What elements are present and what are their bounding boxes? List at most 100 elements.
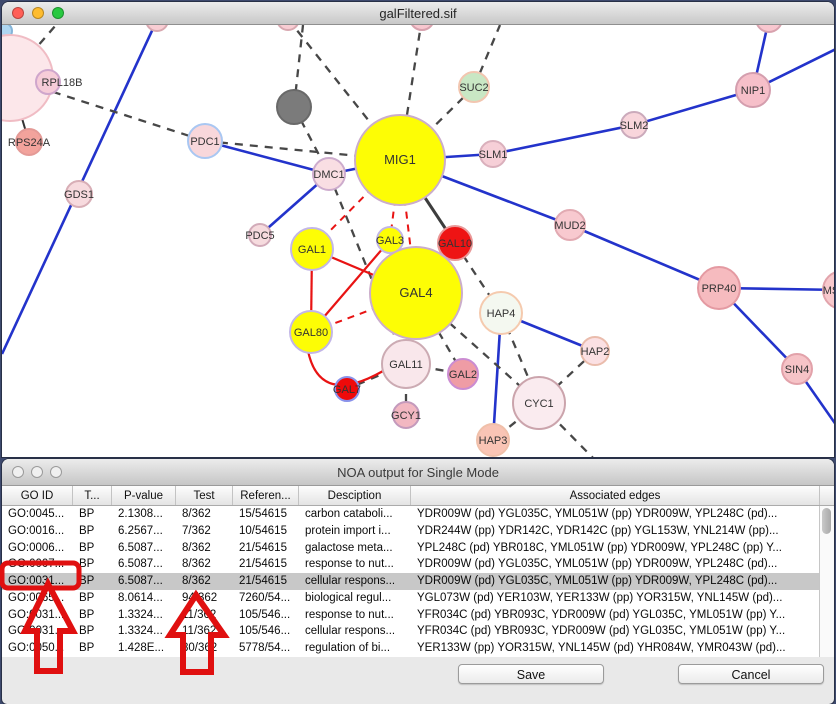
table-row[interactable]: GO:0031...BP1.3324...11/362105/546...res… bbox=[2, 607, 819, 624]
table-cell: YER133W (pp) YOR315W, YNL145W (pd) YHR08… bbox=[411, 640, 819, 657]
table-cell: 8.0614... bbox=[112, 590, 176, 607]
column-header-go-id[interactable]: GO ID bbox=[2, 486, 73, 505]
network-edge[interactable] bbox=[634, 90, 753, 125]
node-label-SLM1: SLM1 bbox=[479, 149, 508, 161]
network-node-topp3[interactable] bbox=[410, 25, 434, 30]
save-button[interactable]: Save bbox=[458, 664, 604, 684]
node-label-MUD2: MUD2 bbox=[554, 220, 585, 232]
node-label-SLM2: SLM2 bbox=[620, 120, 649, 132]
table-cell: YDR009W (pd) YGL035C, YML051W (pp) YDR00… bbox=[411, 573, 819, 590]
table-cell: cellular respons... bbox=[299, 573, 411, 590]
table-cell: GO:0065... bbox=[2, 590, 73, 607]
table-cell: 7/362 bbox=[176, 523, 233, 540]
table-cell: BP bbox=[73, 607, 112, 624]
node-label-SIN4: SIN4 bbox=[785, 364, 809, 376]
network-edge[interactable] bbox=[570, 225, 719, 288]
table-cell: protein import i... bbox=[299, 523, 411, 540]
table-row[interactable]: GO:0031...BP6.5087...8/36221/54615cellul… bbox=[2, 573, 819, 590]
column-header-p-value[interactable]: P-value bbox=[112, 486, 176, 505]
node-label-RPL18B: RPL18B bbox=[42, 77, 83, 89]
network-edge[interactable] bbox=[493, 125, 634, 154]
table-cell: GO:0050... bbox=[2, 640, 73, 657]
zoom-button-icon[interactable] bbox=[50, 466, 62, 478]
table-row[interactable]: GO:0007...BP6.5087...8/36221/54615respon… bbox=[2, 556, 819, 573]
table-row[interactable]: GO:0050...BP1.428E...80/3625778/54...reg… bbox=[2, 640, 819, 657]
minimize-button-icon[interactable] bbox=[32, 7, 44, 19]
table-cell: 15/54615 bbox=[233, 506, 299, 523]
zoom-button-icon[interactable] bbox=[52, 7, 64, 19]
table-rows: GO:0045...BP2.1308...8/36215/54615carbon… bbox=[2, 506, 819, 657]
table-cell: response to nut... bbox=[299, 556, 411, 573]
table-cell: 105/546... bbox=[233, 623, 299, 640]
node-label-GAL10: GAL10 bbox=[438, 238, 472, 250]
close-button-icon[interactable] bbox=[12, 7, 24, 19]
scrollbar-header-stub bbox=[820, 486, 834, 505]
column-header-desciption[interactable]: Desciption bbox=[299, 486, 411, 505]
close-button-icon[interactable] bbox=[12, 466, 24, 478]
table-cell: YDR009W (pd) YGL035C, YML051W (pp) YDR00… bbox=[411, 506, 819, 523]
inactive-traffic-lights bbox=[12, 466, 62, 478]
table-cell: galactose meta... bbox=[299, 540, 411, 557]
table-row[interactable]: GO:0031...BP1.3324...11/362105/546...cel… bbox=[2, 623, 819, 640]
table-row[interactable]: GO:0006...BP6.5087...8/36221/54615galact… bbox=[2, 540, 819, 557]
network-node-topp1[interactable] bbox=[146, 25, 168, 31]
node-label-NIP1: NIP1 bbox=[741, 85, 765, 97]
table-cell: 8/362 bbox=[176, 556, 233, 573]
column-header-referen-[interactable]: Referen... bbox=[233, 486, 299, 505]
network-window-titlebar[interactable]: galFiltered.sif bbox=[2, 2, 834, 25]
table-cell: 11/362 bbox=[176, 607, 233, 624]
table-row[interactable]: GO:0065...BP8.0614...94/3627260/54...bio… bbox=[2, 590, 819, 607]
network-canvas[interactable]: RPL18BRPS24AGDS1PDC1DMC1PDC5MIG1SUC2SLM1… bbox=[2, 25, 834, 457]
node-label-CYC1: CYC1 bbox=[524, 398, 553, 410]
table-cell: YDR009W (pd) YGL035C, YML051W (pp) YDR00… bbox=[411, 556, 819, 573]
node-label-GAL2: GAL2 bbox=[449, 369, 477, 381]
table-cell: GO:0031... bbox=[2, 607, 73, 624]
node-label-RPS24A: RPS24A bbox=[8, 137, 51, 149]
traffic-lights bbox=[12, 7, 64, 19]
table-cell: response to nut... bbox=[299, 607, 411, 624]
node-label-MIG1: MIG1 bbox=[384, 152, 416, 167]
noa-output-window: NOA output for Single Mode GO IDT...P-va… bbox=[2, 459, 834, 704]
table-cell: 1.3324... bbox=[112, 623, 176, 640]
node-label-HAP4: HAP4 bbox=[487, 308, 516, 320]
column-header-test[interactable]: Test bbox=[176, 486, 233, 505]
node-label-HAP2: HAP2 bbox=[581, 346, 610, 358]
table-cell: BP bbox=[73, 556, 112, 573]
table-cell: 94/362 bbox=[176, 590, 233, 607]
table-cell: 1.3324... bbox=[112, 607, 176, 624]
node-label-GAL4: GAL4 bbox=[399, 285, 432, 300]
minimize-button-icon[interactable] bbox=[31, 466, 43, 478]
network-node-topp2[interactable] bbox=[277, 25, 299, 30]
table-cell: BP bbox=[73, 523, 112, 540]
network-node-topright[interactable] bbox=[756, 25, 782, 32]
table-cell: GO:0016... bbox=[2, 523, 73, 540]
table-cell: carbon cataboli... bbox=[299, 506, 411, 523]
table-cell: BP bbox=[73, 640, 112, 657]
table-cell: YGL073W (pd) YER103W, YER133W (pp) YOR31… bbox=[411, 590, 819, 607]
table-cell: 8/362 bbox=[176, 540, 233, 557]
column-header-associated-edges[interactable]: Associated edges bbox=[411, 486, 820, 505]
node-label-GAL3: GAL3 bbox=[376, 235, 404, 247]
table-cell: 8/362 bbox=[176, 506, 233, 523]
table-cell: 1.428E... bbox=[112, 640, 176, 657]
table-row[interactable]: GO:0045...BP2.1308...8/36215/54615carbon… bbox=[2, 506, 819, 523]
table-cell: BP bbox=[73, 573, 112, 590]
table-cell: GO:0031... bbox=[2, 623, 73, 640]
table-cell: 21/54615 bbox=[233, 540, 299, 557]
table-row[interactable]: GO:0016...BP6.2567...7/36210/54615protei… bbox=[2, 523, 819, 540]
node-label-GAL7: GAL7 bbox=[333, 384, 361, 396]
network-node-gray1[interactable] bbox=[277, 90, 311, 124]
node-label-GDS1: GDS1 bbox=[64, 189, 94, 201]
column-header-t-[interactable]: T... bbox=[73, 486, 112, 505]
table-cell: 105/546... bbox=[233, 607, 299, 624]
scrollbar-thumb[interactable] bbox=[822, 508, 831, 534]
noa-window-titlebar[interactable]: NOA output for Single Mode bbox=[2, 459, 834, 486]
node-label-DMC1: DMC1 bbox=[313, 169, 344, 181]
vertical-scrollbar[interactable] bbox=[819, 506, 834, 657]
node-label-GAL80: GAL80 bbox=[294, 327, 328, 339]
cancel-button[interactable]: Cancel bbox=[678, 664, 824, 684]
table-cell: BP bbox=[73, 506, 112, 523]
node-label-GAL11: GAL11 bbox=[389, 359, 422, 371]
table-header: GO IDT...P-valueTestReferen...Desciption… bbox=[2, 486, 834, 506]
table-cell: 6.5087... bbox=[112, 573, 176, 590]
